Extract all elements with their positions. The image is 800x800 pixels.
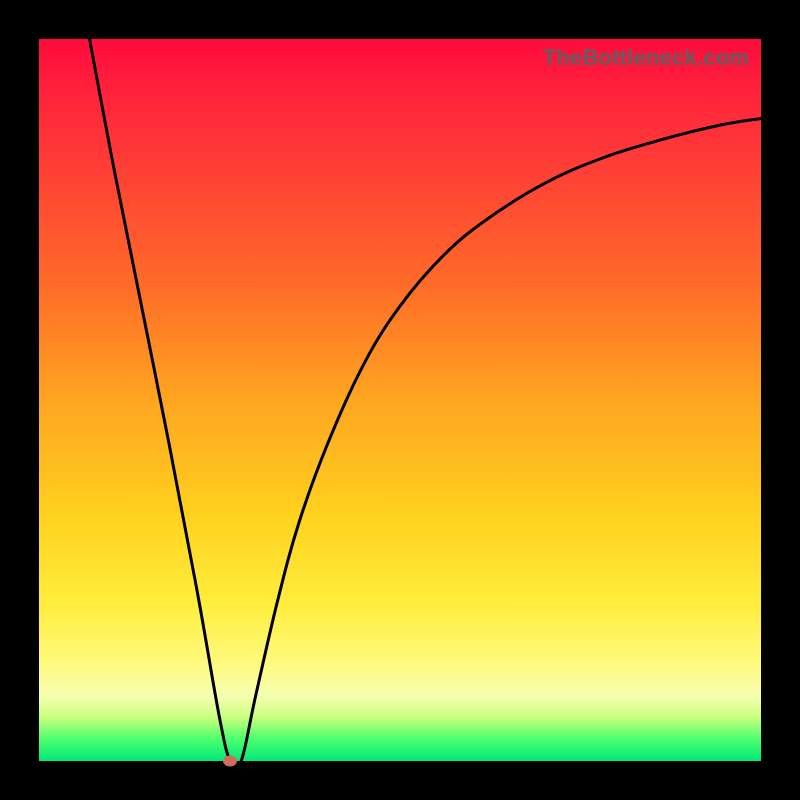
curve-path	[90, 39, 761, 761]
bottleneck-curve	[39, 39, 761, 761]
chart-frame: TheBottleneck.com	[0, 0, 800, 800]
minimum-marker	[223, 756, 237, 767]
plot-area: TheBottleneck.com	[39, 39, 761, 761]
